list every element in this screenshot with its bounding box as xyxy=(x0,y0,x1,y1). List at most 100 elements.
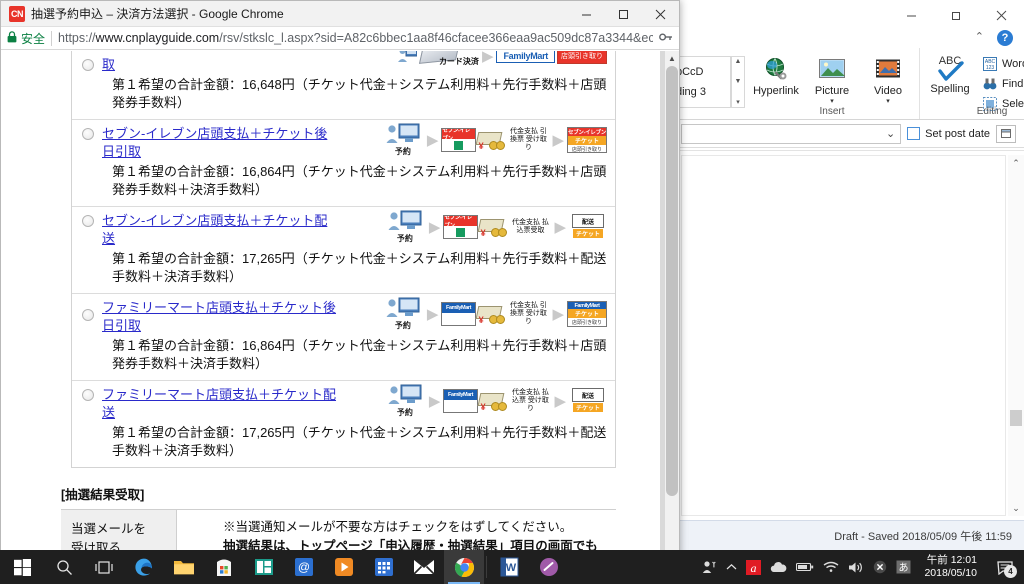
flow-step-store-pay: セブン-イレブン ¥ xyxy=(441,128,506,152)
collapse-ribbon-icon[interactable]: ⌃ xyxy=(975,30,984,43)
word-scroll-down-icon[interactable]: ⌄ xyxy=(1008,500,1024,516)
chrome-address-bar[interactable]: 安全 https://www.cnplayguide.com/rsv/stksl… xyxy=(1,27,679,50)
word-taskbar-button[interactable]: W xyxy=(489,550,529,584)
teams-icon[interactable] xyxy=(244,550,284,584)
error-status-icon[interactable] xyxy=(873,560,887,574)
payment-option-radio[interactable] xyxy=(82,128,94,140)
onedrive-app-icon[interactable] xyxy=(529,550,569,584)
coin-shape xyxy=(498,228,508,237)
word-close-button[interactable] xyxy=(979,0,1024,30)
payment-option-radio[interactable] xyxy=(82,389,94,401)
taskbar[interactable]: @ W a あ 午前 12:01 2018/05/10 4 xyxy=(0,550,1024,584)
word-titlebar[interactable] xyxy=(673,0,1024,30)
start-button[interactable] xyxy=(0,550,44,584)
table-row[interactable]: セブン-イレブン店頭支払＋チケット後日引取 予約 ▶ セブン-イレブン ¥ 代金… xyxy=(72,120,615,207)
system-tray[interactable]: a あ 午前 12:01 2018/05/10 4 xyxy=(702,550,1024,584)
site-favicon: CN xyxy=(9,5,25,22)
video-button[interactable]: Video ▾ xyxy=(863,53,913,108)
search-button[interactable] xyxy=(44,550,84,584)
word-window[interactable]: ⌃ ? bCcD ding 3 ▲ ▼ ▾ Hyperlink Picture … xyxy=(672,0,1024,550)
word-page[interactable] xyxy=(681,155,1006,516)
category-combo[interactable]: ⌄ xyxy=(681,123,902,144)
task-view-button[interactable] xyxy=(84,550,124,584)
table-row[interactable]: 取 カード決済 ▶ FamilyMart 店頭引き取り 第１希望の合計金額：16… xyxy=(72,51,615,120)
help-icon[interactable]: ? xyxy=(997,30,1013,46)
apps-grid-icon[interactable] xyxy=(364,550,404,584)
word-scroll-up-icon[interactable]: ⌃ xyxy=(1008,155,1024,171)
flow-step-label: 予約 xyxy=(394,147,411,156)
svg-text:123: 123 xyxy=(986,65,995,71)
payment-option-label[interactable]: ファミリーマート店頭支払＋チケット配送 xyxy=(102,386,340,422)
mail-icon[interactable] xyxy=(404,550,444,584)
word-minimize-button[interactable] xyxy=(889,0,934,30)
chrome-window[interactable]: CN 抽選予約申込 – 決済方法選択 - Google Chrome 安全 ht… xyxy=(0,0,680,560)
hyperlink-button[interactable]: Hyperlink xyxy=(751,53,801,97)
svg-text:@: @ xyxy=(298,560,310,574)
styles-scroll-down-icon[interactable]: ▼ xyxy=(735,78,742,85)
word-ribbon[interactable]: bCcD ding 3 ▲ ▼ ▾ Hyperlink Picture ▾ Vi… xyxy=(673,48,1024,120)
file-explorer-icon[interactable] xyxy=(164,550,204,584)
set-post-date-checkbox[interactable]: Set post date xyxy=(907,127,990,140)
payment-option-label[interactable]: ファミリーマート店頭支払＋チケット後日引取 xyxy=(102,299,340,335)
edge-icon[interactable] xyxy=(124,550,164,584)
post-date-picker[interactable] xyxy=(996,124,1016,143)
word-post-bar[interactable]: ⌄ Set post date xyxy=(673,120,1024,148)
flow-arrow-icon: ▶ xyxy=(426,131,439,149)
media-player-icon[interactable] xyxy=(324,550,364,584)
word-document-area[interactable]: ⌃ ⌄ xyxy=(673,150,1024,520)
delivery-icon: 配送 チケット xyxy=(569,214,607,240)
chrome-maximize-button[interactable] xyxy=(605,1,642,27)
flow-step-label: 代金支払 払込票 受け取り xyxy=(511,389,549,412)
page-content: 取 カード決済 ▶ FamilyMart 店頭引き取り 第１希望の合計金額：16… xyxy=(1,51,664,559)
picture-button[interactable]: Picture ▾ xyxy=(807,53,857,108)
page-vertical-scrollbar[interactable]: ▲ xyxy=(660,51,679,559)
category-combo-caret-icon[interactable]: ⌄ xyxy=(886,127,895,140)
payment-option-radio[interactable] xyxy=(82,309,94,321)
ime-icon[interactable]: あ xyxy=(896,560,911,574)
word-vertical-scrollbar[interactable]: ⌃ ⌄ xyxy=(1008,155,1024,516)
table-row[interactable]: ファミリーマート店頭支払＋チケット後日引取 予約 ▶ FamilyMart ¥ … xyxy=(72,294,615,381)
clock[interactable]: 午前 12:01 2018/05/10 xyxy=(920,554,983,580)
payment-option-radio[interactable] xyxy=(82,215,94,227)
styles-gallery[interactable]: bCcD ding 3 xyxy=(673,56,731,108)
seven-eleven-ticket-pickup-icon: セブン-イレブン チケット 店頭引き取り xyxy=(567,127,607,153)
ticket-chip: チケット xyxy=(573,403,603,412)
payment-option-label[interactable]: 取 xyxy=(102,56,115,74)
styles-scroll-buttons[interactable]: ▲ ▼ ▾ xyxy=(731,56,745,108)
password-key-icon[interactable] xyxy=(659,31,673,46)
security-indicator[interactable]: 安全 xyxy=(7,30,45,47)
chrome-close-button[interactable] xyxy=(642,1,679,27)
onedrive-icon[interactable] xyxy=(770,561,787,573)
set-post-date-box[interactable] xyxy=(907,127,921,140)
people-icon[interactable] xyxy=(702,560,717,574)
find-button[interactable]: Find xyxy=(982,75,1024,92)
volume-icon[interactable] xyxy=(848,561,864,574)
chrome-taskbar-button[interactable] xyxy=(444,550,484,584)
page-scroll-up-icon[interactable]: ▲ xyxy=(665,51,679,66)
payment-option-radio[interactable] xyxy=(82,59,94,71)
page-scrollbar-thumb[interactable] xyxy=(666,66,678,496)
page-viewport[interactable]: 取 カード決済 ▶ FamilyMart 店頭引き取り 第１希望の合計金額：16… xyxy=(1,51,679,559)
styles-scroll-up-icon[interactable]: ▲ xyxy=(735,58,742,65)
action-center-button[interactable]: 4 xyxy=(992,550,1018,584)
chrome-minimize-button[interactable] xyxy=(568,1,605,27)
show-hidden-icons-icon[interactable] xyxy=(726,563,737,571)
payment-option-label[interactable]: セブン-イレブン店頭支払＋チケット後日引取 xyxy=(102,125,340,161)
battery-icon[interactable] xyxy=(796,562,814,572)
spelling-button[interactable]: ABC Spelling xyxy=(926,53,974,95)
address-input[interactable]: https://www.cnplayguide.com/rsv/stkslc_l… xyxy=(58,31,653,45)
wifi-icon[interactable] xyxy=(823,561,839,573)
store-icon[interactable] xyxy=(204,550,244,584)
insert-group: Hyperlink Picture ▾ Video ▾ Insert xyxy=(745,48,920,119)
antivirus-icon[interactable]: a xyxy=(746,559,762,575)
word-scrollbar-thumb[interactable] xyxy=(1010,410,1022,426)
table-row[interactable]: ファミリーマート店頭支払＋チケット配送 予約 ▶ FamilyMart ¥ 代金… xyxy=(72,381,615,467)
styles-group[interactable]: bCcD ding 3 ▲ ▼ ▾ xyxy=(673,48,745,119)
payment-option-label[interactable]: セブン-イレブン店頭支払＋チケット配送 xyxy=(102,212,340,248)
outlook-web-icon[interactable]: @ xyxy=(284,550,324,584)
table-row[interactable]: セブン-イレブン店頭支払＋チケット配送 予約 ▶ セブン-イレブン ¥ 代金支払… xyxy=(72,207,615,294)
word-count-button[interactable]: ABC 123 Word count xyxy=(982,55,1024,72)
chrome-titlebar[interactable]: CN 抽選予約申込 – 決済方法選択 - Google Chrome xyxy=(1,1,679,27)
word-restore-button[interactable] xyxy=(934,0,979,30)
styles-more-icon[interactable]: ▾ xyxy=(736,98,740,106)
